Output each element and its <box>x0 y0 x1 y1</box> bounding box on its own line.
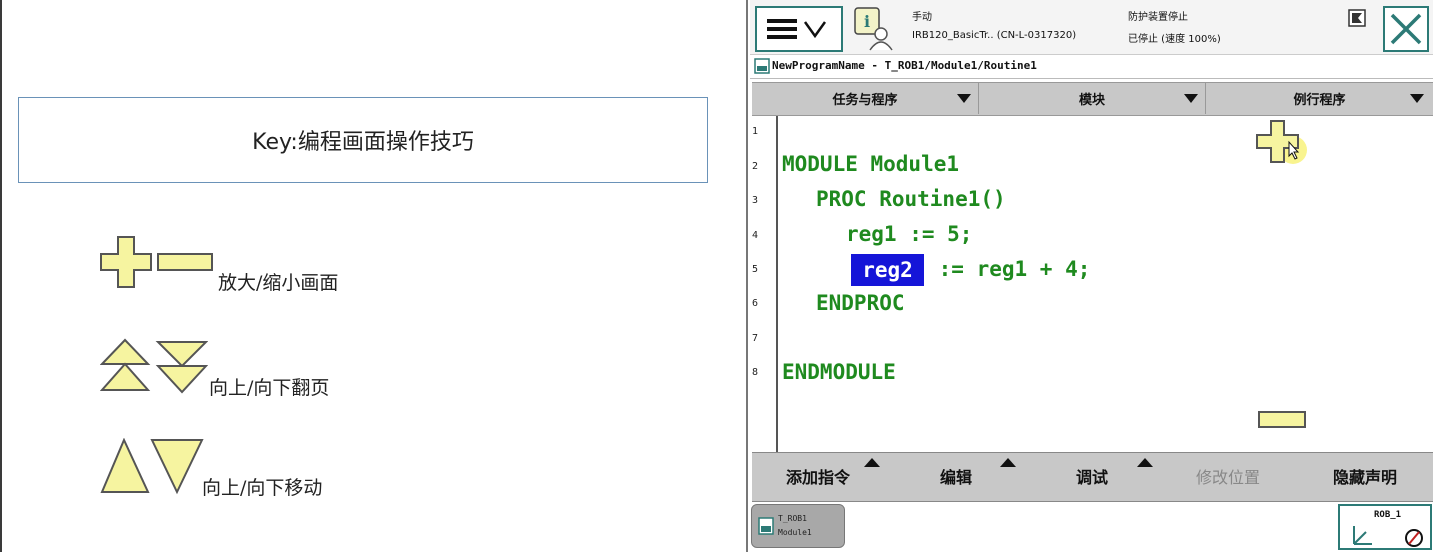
menu-up-icon <box>1137 458 1153 467</box>
line-number: 5 <box>752 264 759 275</box>
program-path: NewProgramName - T_ROB1/Module1/Routine1 <box>772 59 1037 72</box>
tab-dropdown-icon <box>957 94 971 103</box>
menu-label: 编辑 <box>940 468 973 487</box>
legend-move-label: 向上/向下移动 <box>202 477 323 499</box>
main-menu-button[interactable] <box>755 6 843 52</box>
code-line[interactable]: reg1 := 5; <box>846 222 972 246</box>
code-line[interactable]: ENDMODULE <box>782 360 896 384</box>
line-number: 6 <box>752 298 759 309</box>
program-icon <box>758 517 774 535</box>
single-triangle-icon <box>100 438 204 495</box>
zoom-out-button[interactable] <box>1257 410 1307 430</box>
line-number: 7 <box>752 333 759 344</box>
svg-text:i: i <box>864 12 870 31</box>
line-number: 4 <box>752 230 759 241</box>
code-line[interactable]: := reg1 + 4; <box>926 257 1091 281</box>
tab-dropdown-icon <box>1410 94 1424 103</box>
debug-button[interactable]: 调试 <box>1076 452 1108 500</box>
line-number: 1 <box>752 126 759 137</box>
speed-flag-icon <box>1348 9 1366 27</box>
menu-icon <box>767 19 827 39</box>
legend-zoom-label: 放大/缩小画面 <box>218 272 339 294</box>
line-number: 3 <box>752 195 759 206</box>
tab-routines[interactable]: 例行程序 <box>1206 82 1433 114</box>
menu-label: 隐藏声明 <box>1333 468 1398 487</box>
line-number: 2 <box>752 161 759 172</box>
add-instruction-button[interactable]: 添加指令 <box>786 452 850 500</box>
status-state: 已停止 (速度 100%) <box>1128 34 1221 45</box>
menu-label: 添加指令 <box>786 468 851 487</box>
status-controller: IRB120_BasicTr.. (CN-L-0317320) <box>912 30 1077 41</box>
tab-modules[interactable]: 模块 <box>979 82 1206 114</box>
menu-up-icon <box>1000 458 1016 467</box>
status-mode: 手动 <box>912 12 932 23</box>
program-icon <box>754 58 770 74</box>
quickset-robot-button[interactable]: ROB_1 <box>1338 504 1432 550</box>
tab-label: 模块 <box>1078 92 1105 108</box>
hide-declarations-button[interactable]: 隐藏声明 <box>1333 452 1397 500</box>
code-line[interactable]: PROC Routine1() <box>816 187 1006 211</box>
task-window-button[interactable]: T_ROB1 Module1 <box>751 504 845 548</box>
menu-label: 调试 <box>1076 468 1109 487</box>
code-line[interactable]: MODULE Module1 <box>782 152 959 176</box>
code-line[interactable]: ENDPROC <box>816 291 905 315</box>
close-icon <box>1390 13 1422 45</box>
task-line2: Module1 <box>778 528 812 537</box>
zoom-in-button[interactable] <box>1255 118 1311 174</box>
menu-label: 修改位置 <box>1196 468 1261 487</box>
selected-token[interactable]: reg2 <box>851 254 924 286</box>
event-log-icon[interactable]: i <box>851 6 897 52</box>
tab-dropdown-icon <box>1184 94 1198 103</box>
task-line1: T_ROB1 <box>778 514 807 523</box>
key-title: Key:编程画面操作技巧 <box>252 130 474 155</box>
tab-label: 例行程序 <box>1293 92 1346 108</box>
double-triangle-icon <box>100 338 208 394</box>
robot-name: ROB_1 <box>1374 510 1402 520</box>
plus-minus-icon <box>100 236 213 288</box>
modify-position-button[interactable]: 修改位置 <box>1196 452 1260 500</box>
close-button[interactable] <box>1383 6 1429 52</box>
legend-page-label: 向上/向下翻页 <box>209 377 330 399</box>
slide-left-border <box>0 0 2 552</box>
jog-axis-icon <box>1353 526 1423 547</box>
menu-up-icon <box>864 458 880 467</box>
line-number: 8 <box>752 367 759 378</box>
tab-label: 任务与程序 <box>832 92 898 108</box>
tab-tasks-programs[interactable]: 任务与程序 <box>752 82 979 114</box>
key-title-box: Key:编程画面操作技巧 <box>18 97 708 183</box>
edit-button[interactable]: 编辑 <box>940 452 972 500</box>
status-guard: 防护装置停止 <box>1128 12 1188 23</box>
